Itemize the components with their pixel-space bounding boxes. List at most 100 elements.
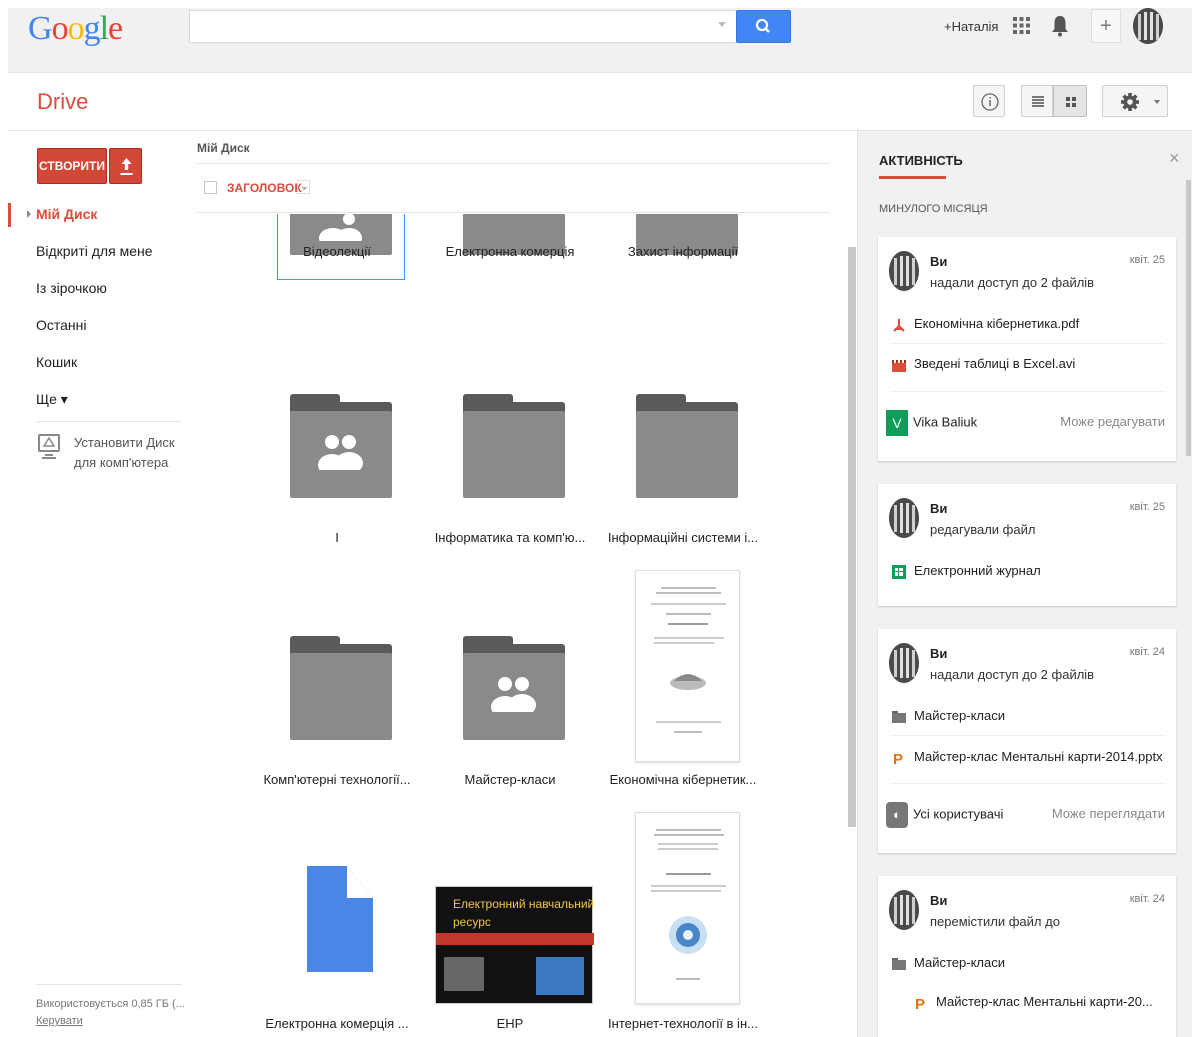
permission-level: Може редагувати bbox=[1060, 414, 1165, 429]
activity-file[interactable]: Майстер-класи bbox=[892, 955, 1005, 971]
activity-file[interactable]: P Майстер-клас Ментальні карти-2014.pptx bbox=[892, 749, 1163, 765]
drive-desktop-icon[interactable] bbox=[37, 433, 61, 461]
file-name: Інформатика та комп'ю... bbox=[434, 530, 586, 545]
file-name: Захист інформації bbox=[627, 244, 739, 259]
activity-file[interactable]: Майстер-класи bbox=[892, 708, 1005, 724]
video-icon bbox=[892, 359, 906, 372]
activity-action: редагували файл bbox=[930, 522, 1036, 537]
sidebar-item-recent[interactable]: Останні bbox=[36, 317, 87, 333]
spreadsheet-icon bbox=[892, 564, 906, 579]
activity-period: МИНУЛОГО МІСЯЦЯ bbox=[879, 203, 988, 215]
create-button[interactable]: СТВОРИТИ bbox=[37, 148, 107, 184]
avatar bbox=[889, 498, 919, 538]
list-view-icon bbox=[1032, 96, 1044, 107]
presentation-icon: P bbox=[915, 996, 925, 1010]
activity-file[interactable]: P Майстер-клас Ментальні карти-20... bbox=[914, 994, 1153, 1010]
activity-date: квіт. 24 bbox=[1129, 893, 1165, 905]
shared-with-person[interactable]: ◐ Усі користувачі bbox=[886, 802, 1003, 828]
file-name: ЕНР bbox=[496, 1016, 524, 1031]
user-profile-link[interactable]: +Наталія bbox=[944, 19, 998, 34]
document-thumbnail bbox=[635, 570, 740, 762]
sort-by-title-button[interactable]: ЗАГОЛОВОК bbox=[227, 181, 302, 195]
list-view-button[interactable] bbox=[1021, 85, 1053, 117]
manage-storage-link[interactable]: Керувати bbox=[36, 1015, 83, 1027]
grid-view-button[interactable] bbox=[1053, 85, 1087, 117]
search-button[interactable] bbox=[736, 10, 791, 43]
search-input[interactable] bbox=[189, 10, 737, 43]
avatar bbox=[889, 643, 919, 683]
activity-file[interactable]: Електронний журнал bbox=[892, 563, 1041, 579]
person-avatar: V bbox=[886, 410, 908, 436]
notifications-bell-icon[interactable] bbox=[1051, 15, 1069, 37]
avatar bbox=[889, 890, 919, 930]
activity-scrollbar[interactable] bbox=[1186, 180, 1191, 456]
thumb-title-1: Електронний навчальний bbox=[453, 897, 595, 911]
details-button[interactable] bbox=[973, 85, 1005, 117]
google-logo[interactable]: Google bbox=[28, 10, 123, 48]
shared-with-person[interactable]: V Vika Baliuk bbox=[886, 410, 977, 436]
file-name: Економічна кібернетик... bbox=[609, 772, 757, 787]
grid-view-icon bbox=[1066, 97, 1076, 107]
settings-button[interactable] bbox=[1102, 85, 1168, 117]
activity-file[interactable]: Економічна кібернетика.pdf bbox=[892, 316, 1079, 332]
activity-file[interactable]: Зведені таблиці в Excel.avi bbox=[892, 356, 1075, 372]
breadcrumb[interactable]: Мій Диск bbox=[197, 141, 250, 155]
file-grid: Відеолекції Електронна комерція Захист і… bbox=[197, 214, 847, 1037]
upload-icon bbox=[120, 158, 133, 175]
google-doc-icon bbox=[307, 866, 373, 972]
upload-button[interactable] bbox=[109, 148, 142, 184]
card-divider bbox=[890, 735, 1166, 736]
sidebar-item-my-drive[interactable]: Мій Диск bbox=[36, 206, 97, 222]
activity-date: квіт. 25 bbox=[1129, 254, 1165, 266]
active-nav-indicator bbox=[8, 203, 11, 227]
svg-text:P: P bbox=[893, 751, 903, 765]
app-title: Drive bbox=[37, 89, 89, 114]
share-plus-button[interactable]: + bbox=[1091, 9, 1121, 43]
activity-title: АКТИВНІСТЬ bbox=[879, 153, 963, 168]
install-drive-link[interactable]: Установити Диск для комп'ютера bbox=[74, 433, 184, 473]
activity-file-name: Майстер-класи bbox=[914, 955, 1005, 970]
close-icon[interactable]: × bbox=[1169, 148, 1180, 169]
avatar bbox=[889, 251, 919, 291]
storage-usage-text: Використовується 0,85 ГБ (... bbox=[36, 998, 185, 1010]
presentation-icon: P bbox=[893, 751, 903, 765]
file-name: Електронна комерція ... bbox=[265, 1016, 409, 1031]
activity-file-name: Зведені таблиці в Excel.avi bbox=[914, 356, 1076, 371]
info-icon bbox=[981, 93, 999, 111]
person-name: Vika Baliuk bbox=[913, 414, 978, 430]
card-divider bbox=[890, 391, 1166, 392]
pdf-icon bbox=[893, 318, 905, 332]
image-thumbnail: Електронний навчальний ресурс bbox=[435, 886, 595, 1004]
folder-icon bbox=[636, 394, 738, 498]
sidebar-item-shared-with-me[interactable]: Відкриті для мене bbox=[36, 243, 153, 259]
file-name: Майстер-класи bbox=[464, 772, 556, 787]
sidebar-item-starred[interactable]: Із зірочкою bbox=[36, 280, 107, 296]
activity-file-name: Майстер-класи bbox=[914, 708, 1005, 723]
file-name: Інформаційні системи і... bbox=[607, 530, 759, 545]
thumb-title-2: ресурс bbox=[453, 915, 491, 929]
activity-file-name: Економічна кібернетика.pdf bbox=[914, 316, 1080, 331]
expand-arrow-icon[interactable] bbox=[27, 210, 31, 218]
search-options-dropdown-icon[interactable] bbox=[718, 22, 726, 27]
apps-grid-icon[interactable] bbox=[1013, 17, 1030, 34]
list-header-divider bbox=[197, 212, 830, 213]
folder-icon bbox=[892, 710, 906, 723]
sidebar-item-trash[interactable]: Кошик bbox=[36, 354, 77, 370]
activity-actor: Ви bbox=[930, 501, 948, 516]
sort-options-dropdown[interactable] bbox=[297, 180, 310, 194]
account-avatar[interactable] bbox=[1133, 8, 1163, 44]
select-all-checkbox[interactable] bbox=[204, 181, 217, 194]
sidebar-divider bbox=[36, 421, 182, 422]
activity-action: перемістили файл до bbox=[930, 914, 1060, 929]
gear-icon bbox=[1121, 93, 1160, 111]
breadcrumb-divider bbox=[197, 163, 830, 164]
avatar-image bbox=[1133, 8, 1163, 44]
activity-date: квіт. 24 bbox=[1129, 646, 1165, 658]
folder-icon bbox=[463, 394, 565, 498]
svg-text:P: P bbox=[915, 996, 925, 1010]
activity-card: Ви квіт. 24 перемістили файл до Майстер-… bbox=[878, 876, 1176, 1037]
chevron-down-icon bbox=[1154, 100, 1160, 104]
main-scrollbar[interactable] bbox=[848, 247, 856, 827]
sidebar-item-more[interactable]: Ще ▾ bbox=[36, 391, 68, 408]
activity-date: квіт. 25 bbox=[1129, 501, 1165, 513]
